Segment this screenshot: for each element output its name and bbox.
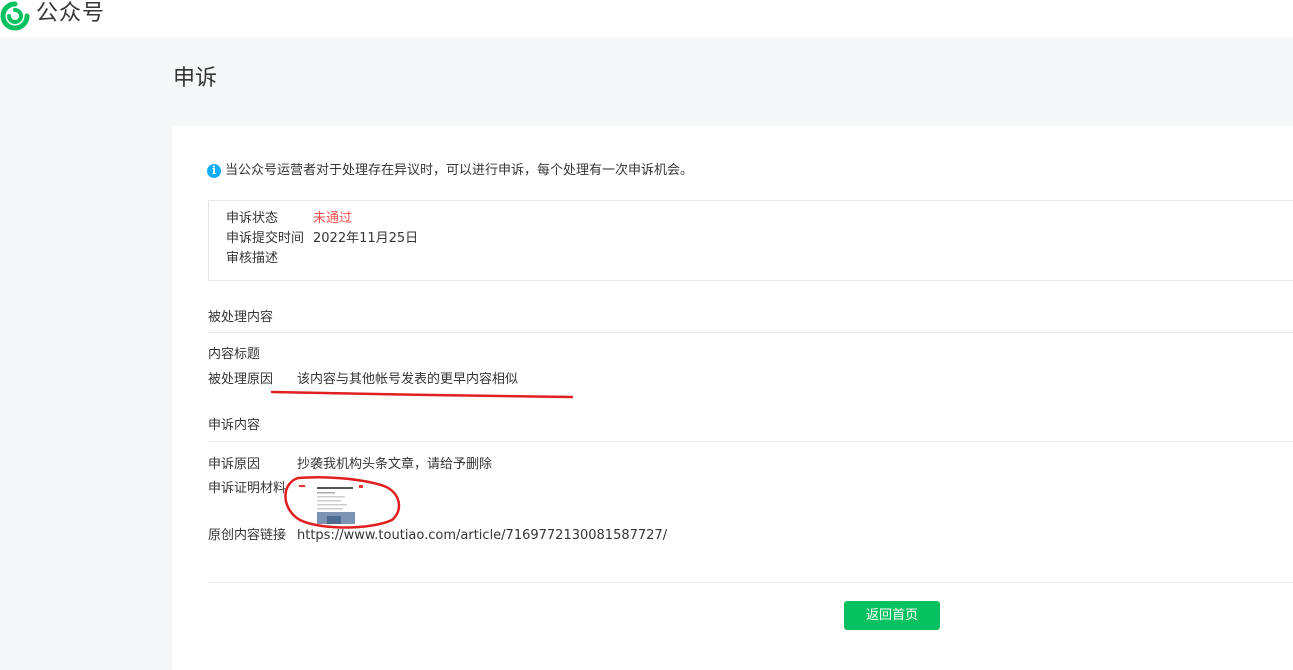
original-link-label: 原创内容链接 (208, 528, 287, 543)
submit-time-label: 申诉提交时间 (226, 231, 305, 246)
section-divider (208, 441, 1293, 442)
appeal-reason-value: 抄袭我机构头条文章，请给予删除 (297, 457, 493, 472)
original-link-value[interactable]: https://www.toutiao.com/article/71697721… (297, 528, 667, 543)
wechat-official-account-logo-icon[interactable] (0, 1, 30, 31)
appeal-notice: i 当公众号运营者对于处理存在异议时，可以进行申诉，每个处理有一次申诉机会。 (207, 162, 693, 180)
review-description-label: 审核描述 (226, 251, 279, 266)
appeal-content-title: 申诉内容 (208, 418, 261, 433)
back-home-button[interactable]: 返回首页 (844, 601, 940, 630)
evidence-label: 申诉证明材料 (208, 481, 287, 496)
info-icon: i (207, 164, 221, 178)
appeal-status-label: 申诉状态 (226, 211, 279, 226)
appeal-status-box: 申诉状态 未通过 申诉提交时间 2022年11月25日 审核描述 (208, 200, 1293, 281)
appeal-status-value: 未通过 (313, 211, 353, 226)
evidence-thumbnail[interactable] (297, 482, 367, 528)
processed-reason-value: 该内容与其他帐号发表的更早内容相似 (297, 372, 519, 387)
appeal-detail-card: i 当公众号运营者对于处理存在异议时，可以进行申诉，每个处理有一次申诉机会。 申… (172, 126, 1293, 670)
appeal-reason-label: 申诉原因 (208, 457, 261, 472)
brand-name[interactable]: 公众号 (36, 1, 105, 27)
processed-reason-label: 被处理原因 (208, 372, 274, 387)
section-divider (208, 332, 1293, 333)
submit-time-value: 2022年11月25日 (313, 231, 419, 246)
processed-content-title: 被处理内容 (208, 310, 274, 325)
content-title-label: 内容标题 (208, 347, 261, 362)
footer-divider (208, 582, 1293, 583)
page-title: 申诉 (173, 66, 218, 91)
top-bar: 公众号 (0, 0, 1293, 37)
notice-text: 当公众号运营者对于处理存在异议时，可以进行申诉，每个处理有一次申诉机会。 (225, 163, 694, 178)
